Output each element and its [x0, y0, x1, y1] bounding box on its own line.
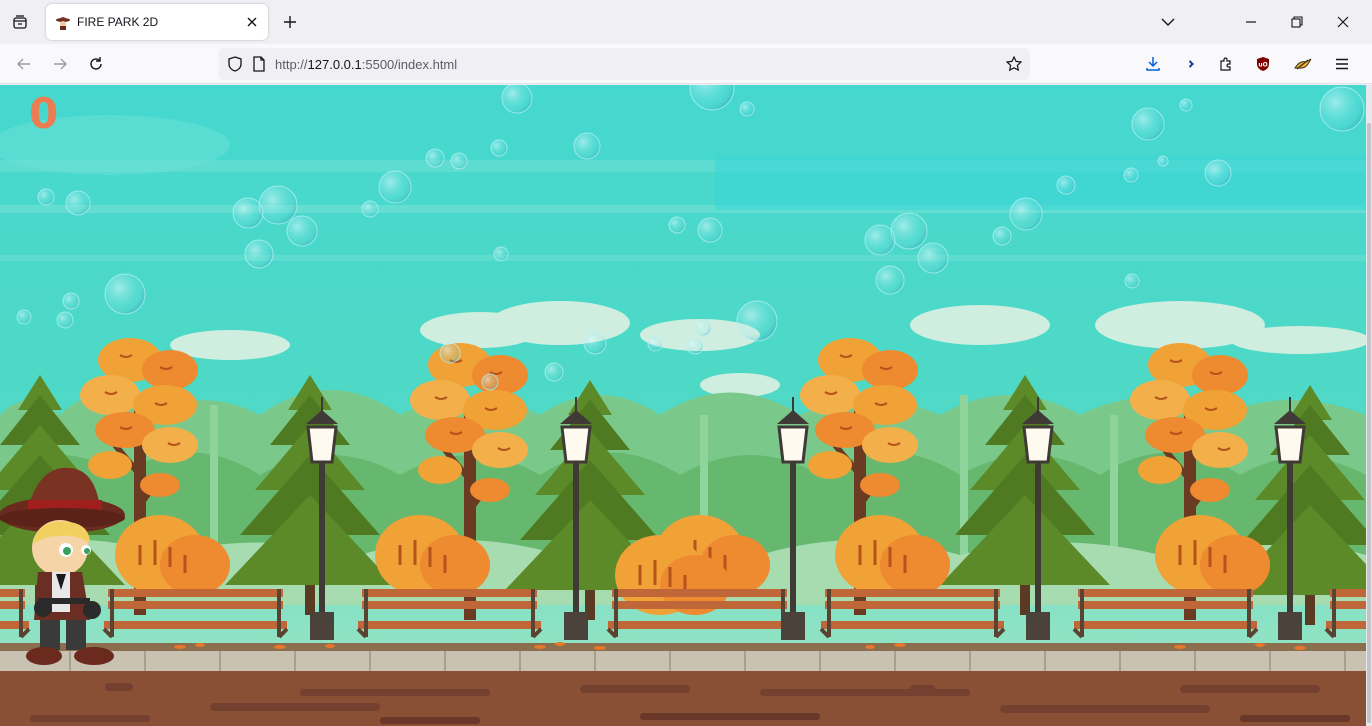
cowboy-hat-favicon-icon [55, 14, 71, 30]
bookmark-star-icon[interactable] [1004, 54, 1024, 74]
ublock-icon[interactable]: uO [1251, 52, 1275, 76]
park-scene [0, 85, 1366, 726]
hamburger-menu-icon[interactable] [1330, 52, 1354, 76]
game-canvas[interactable]: 0 [0, 85, 1366, 726]
shield-icon[interactable] [225, 54, 245, 74]
forward-arrow-icon[interactable] [46, 50, 74, 78]
new-tab-plus-icon[interactable] [278, 10, 302, 34]
extension-blue-icon[interactable] [1178, 52, 1202, 76]
close-window-icon[interactable] [1329, 8, 1357, 36]
tab-fire-park[interactable]: FIRE PARK 2D [46, 4, 268, 40]
vertical-scrollbar[interactable] [1366, 85, 1372, 726]
url-bar[interactable]: http://127.0.0.1:5500/index.html [219, 48, 1030, 80]
minimize-icon[interactable] [1237, 8, 1265, 36]
back-arrow-icon[interactable] [10, 50, 38, 78]
close-tab-icon[interactable] [240, 10, 264, 34]
tab-list-icon[interactable] [8, 10, 32, 34]
chevron-down-icon[interactable] [1154, 8, 1182, 36]
score-counter: 0 [29, 89, 59, 138]
navigation-toolbar: http://127.0.0.1:5500/index.html uO [0, 44, 1372, 84]
extension-bird-icon[interactable] [1291, 52, 1315, 76]
tab-title: FIRE PARK 2D [77, 15, 159, 29]
restore-icon[interactable] [1283, 8, 1311, 36]
url-text[interactable]: http://127.0.0.1:5500/index.html [275, 57, 457, 72]
reload-icon[interactable] [82, 50, 110, 78]
tab-strip: FIRE PARK 2D [0, 0, 1372, 44]
puzzle-icon[interactable] [1214, 52, 1238, 76]
page-icon[interactable] [249, 54, 269, 74]
svg-text:uO: uO [1258, 62, 1267, 69]
download-icon[interactable] [1141, 52, 1165, 76]
scrollbar-thumb[interactable] [1367, 123, 1371, 723]
